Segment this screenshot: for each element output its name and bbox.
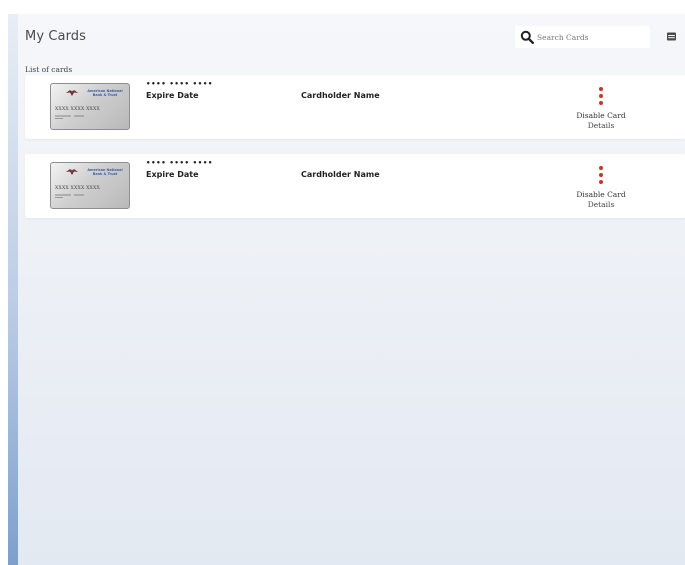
menu-icon[interactable] xyxy=(667,32,676,41)
more-options-icon[interactable] xyxy=(595,166,607,184)
search-input[interactable] xyxy=(537,28,645,46)
more-options-icon[interactable] xyxy=(595,87,607,105)
cardholder-name-label: Cardholder Name xyxy=(301,91,380,100)
expire-date-label: Expire Date xyxy=(146,91,199,100)
card-image: American National Bank & Trust XXXX XXXX… xyxy=(50,83,130,130)
search-icon[interactable] xyxy=(520,30,534,44)
masked-card-number: •••• •••• •••• xyxy=(146,80,213,88)
header: My Cards xyxy=(18,14,685,62)
search-box[interactable] xyxy=(515,26,650,48)
card-bank-name: American National Bank & Trust xyxy=(82,89,128,97)
page-title: My Cards xyxy=(25,29,87,44)
card-image-number: XXXX XXXX XXXX xyxy=(55,107,100,112)
card-row: American National Bank & Trust XXXX XXXX… xyxy=(25,154,685,218)
disable-card-link[interactable]: Disable Card xyxy=(565,111,637,120)
card-image-number: XXXX XXXX XXXX xyxy=(55,186,100,191)
expire-date-label: Expire Date xyxy=(146,170,199,179)
masked-card-number: •••• •••• •••• xyxy=(146,159,213,167)
details-link[interactable]: Details xyxy=(565,200,637,209)
list-label: List of cards xyxy=(25,65,73,74)
app-main: My Cards List of cards American National… xyxy=(18,14,685,565)
card-bank-line2: Bank & Trust xyxy=(92,172,118,177)
left-rail xyxy=(8,14,18,565)
card-bank-name: American National Bank & Trust xyxy=(82,168,128,176)
card-bank-line2: Bank & Trust xyxy=(92,93,118,98)
cardholder-name-label: Cardholder Name xyxy=(301,170,380,179)
details-link[interactable]: Details xyxy=(565,121,637,130)
card-image: American National Bank & Trust XXXX XXXX… xyxy=(50,162,130,209)
card-fine-print xyxy=(55,115,84,119)
card-fine-print xyxy=(55,194,84,198)
disable-card-link[interactable]: Disable Card xyxy=(565,190,637,199)
card-row: American National Bank & Trust XXXX XXXX… xyxy=(25,75,685,139)
bank-logo-icon xyxy=(66,90,78,96)
bank-logo-icon xyxy=(66,169,78,175)
